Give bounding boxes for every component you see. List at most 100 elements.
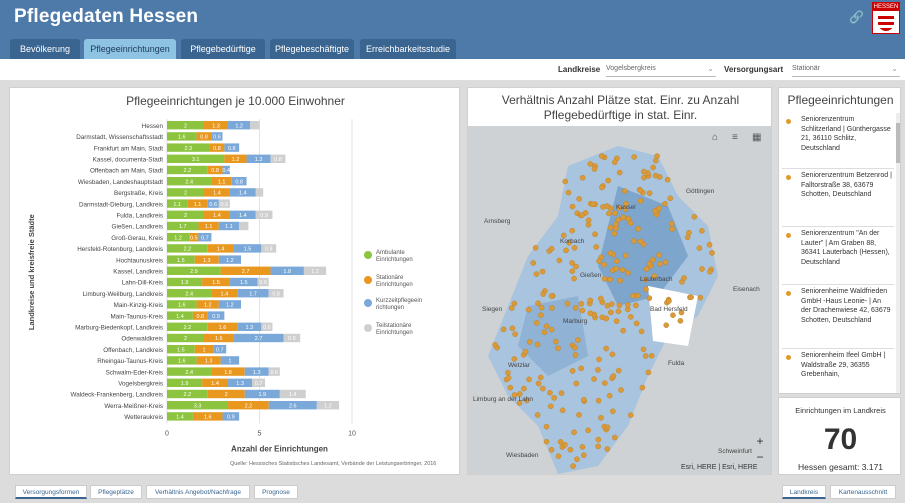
- facility-marker[interactable]: [611, 159, 618, 166]
- facility-marker[interactable]: [627, 412, 634, 418]
- facility-marker[interactable]: [587, 161, 594, 167]
- facility-marker[interactable]: [525, 306, 532, 313]
- facility-marker[interactable]: [612, 221, 619, 228]
- facility-marker[interactable]: [576, 412, 582, 418]
- facility-marker[interactable]: [648, 352, 655, 359]
- facility-marker[interactable]: [616, 169, 623, 176]
- facility-marker[interactable]: [604, 446, 611, 452]
- facility-marker[interactable]: [569, 203, 576, 210]
- facility-marker[interactable]: [555, 453, 562, 460]
- facility-marker[interactable]: [709, 250, 715, 256]
- facility-marker[interactable]: [533, 271, 540, 277]
- facility-marker[interactable]: [609, 408, 616, 415]
- facility-marker[interactable]: [656, 252, 662, 258]
- facility-marker[interactable]: [646, 295, 653, 301]
- list-item[interactable]: Seniorenheime Waldfrieden GmbH -Haus Leo…: [782, 285, 894, 349]
- facility-marker[interactable]: [617, 277, 623, 284]
- facility-marker[interactable]: [605, 177, 612, 184]
- facility-marker[interactable]: [537, 374, 544, 381]
- facility-marker[interactable]: [640, 168, 647, 175]
- facility-marker[interactable]: [601, 276, 608, 282]
- facility-marker[interactable]: [607, 224, 614, 231]
- facility-marker[interactable]: [604, 203, 610, 209]
- facility-marker[interactable]: [569, 268, 576, 274]
- facility-marker[interactable]: [610, 373, 617, 379]
- facility-marker[interactable]: [670, 312, 676, 318]
- facility-marker[interactable]: [500, 326, 507, 333]
- facility-marker[interactable]: [637, 238, 644, 245]
- facility-marker[interactable]: [534, 341, 541, 348]
- facility-marker[interactable]: [543, 323, 550, 329]
- facility-marker[interactable]: [639, 384, 646, 391]
- facility-marker[interactable]: [547, 389, 553, 396]
- facility-marker[interactable]: [587, 297, 594, 304]
- facility-marker[interactable]: [511, 300, 518, 307]
- facility-marker[interactable]: [571, 275, 577, 282]
- facility-marker[interactable]: [606, 392, 613, 399]
- facility-marker[interactable]: [696, 245, 703, 251]
- facility-marker[interactable]: [667, 195, 674, 202]
- facility-marker[interactable]: [601, 261, 607, 268]
- facility-marker[interactable]: [572, 344, 578, 351]
- facility-marker[interactable]: [637, 198, 644, 204]
- facility-marker[interactable]: [599, 314, 606, 321]
- facility-marker[interactable]: [535, 300, 541, 307]
- facility-marker[interactable]: [572, 304, 579, 311]
- facility-marker[interactable]: [668, 220, 675, 227]
- map-canvas[interactable]: [468, 126, 771, 474]
- facility-marker[interactable]: [613, 265, 619, 272]
- facility-marker[interactable]: [606, 210, 612, 217]
- facility-marker[interactable]: [569, 260, 575, 266]
- facility-marker[interactable]: [585, 427, 591, 434]
- facility-marker[interactable]: [573, 380, 580, 387]
- facility-marker[interactable]: [615, 367, 622, 374]
- facility-marker[interactable]: [615, 308, 622, 315]
- facility-marker[interactable]: [587, 310, 594, 316]
- facility-marker[interactable]: [562, 178, 569, 185]
- facility-marker[interactable]: [616, 302, 623, 309]
- facility-marker[interactable]: [603, 345, 609, 352]
- facility-marker[interactable]: [657, 261, 663, 267]
- facility-marker[interactable]: [635, 292, 641, 299]
- facility-marker[interactable]: [650, 256, 656, 263]
- facility-marker[interactable]: [630, 238, 637, 244]
- facility-marker[interactable]: [575, 337, 581, 343]
- share-icon[interactable]: 🔗: [849, 10, 864, 24]
- facility-marker[interactable]: [574, 456, 580, 463]
- facility-marker[interactable]: [567, 446, 574, 453]
- facility-marker[interactable]: [591, 166, 598, 172]
- facility-marker[interactable]: [652, 157, 659, 164]
- facility-marker[interactable]: [578, 365, 584, 372]
- facility-marker[interactable]: [699, 227, 705, 234]
- basemap-icon[interactable]: ▦: [752, 132, 761, 143]
- facility-marker[interactable]: [540, 385, 546, 392]
- facility-marker[interactable]: [638, 328, 645, 335]
- facility-marker[interactable]: [563, 247, 569, 254]
- facility-marker[interactable]: [609, 351, 616, 358]
- facility-marker[interactable]: [548, 446, 555, 453]
- facility-marker[interactable]: [530, 260, 536, 266]
- facility-marker[interactable]: [585, 217, 592, 224]
- facility-marker[interactable]: [551, 395, 557, 401]
- tab-pflegeplaetze[interactable]: Pflegeplätze: [90, 485, 142, 499]
- landkreise-select[interactable]: Vogelsbergkreis ⌄: [606, 63, 716, 77]
- tab-verhaeltnis[interactable]: Verhältnis Angebot/Nachfrage: [146, 485, 250, 499]
- facility-marker[interactable]: [595, 367, 601, 373]
- facility-marker[interactable]: [618, 387, 624, 393]
- facility-marker[interactable]: [627, 314, 634, 320]
- facility-marker[interactable]: [548, 245, 555, 252]
- facility-marker[interactable]: [534, 412, 541, 418]
- facility-marker[interactable]: [579, 174, 586, 181]
- versorgungsart-select[interactable]: Stationär ⌄: [792, 63, 900, 77]
- tab-kartenausschnitt[interactable]: Kartenausschnitt: [830, 485, 896, 499]
- facility-marker[interactable]: [599, 184, 605, 191]
- facility-marker[interactable]: [613, 318, 620, 324]
- tab-pflegeeinrichtungen[interactable]: Pflegeeinrichtungen: [84, 39, 176, 59]
- facility-marker[interactable]: [565, 189, 572, 196]
- facility-marker[interactable]: [637, 187, 644, 194]
- tab-erreichbarkeitsstudie[interactable]: Erreichbarkeitsstudie: [360, 39, 456, 59]
- facility-marker[interactable]: [512, 331, 518, 337]
- facility-marker[interactable]: [641, 174, 647, 181]
- facility-marker[interactable]: [664, 176, 671, 183]
- facility-marker[interactable]: [598, 153, 605, 159]
